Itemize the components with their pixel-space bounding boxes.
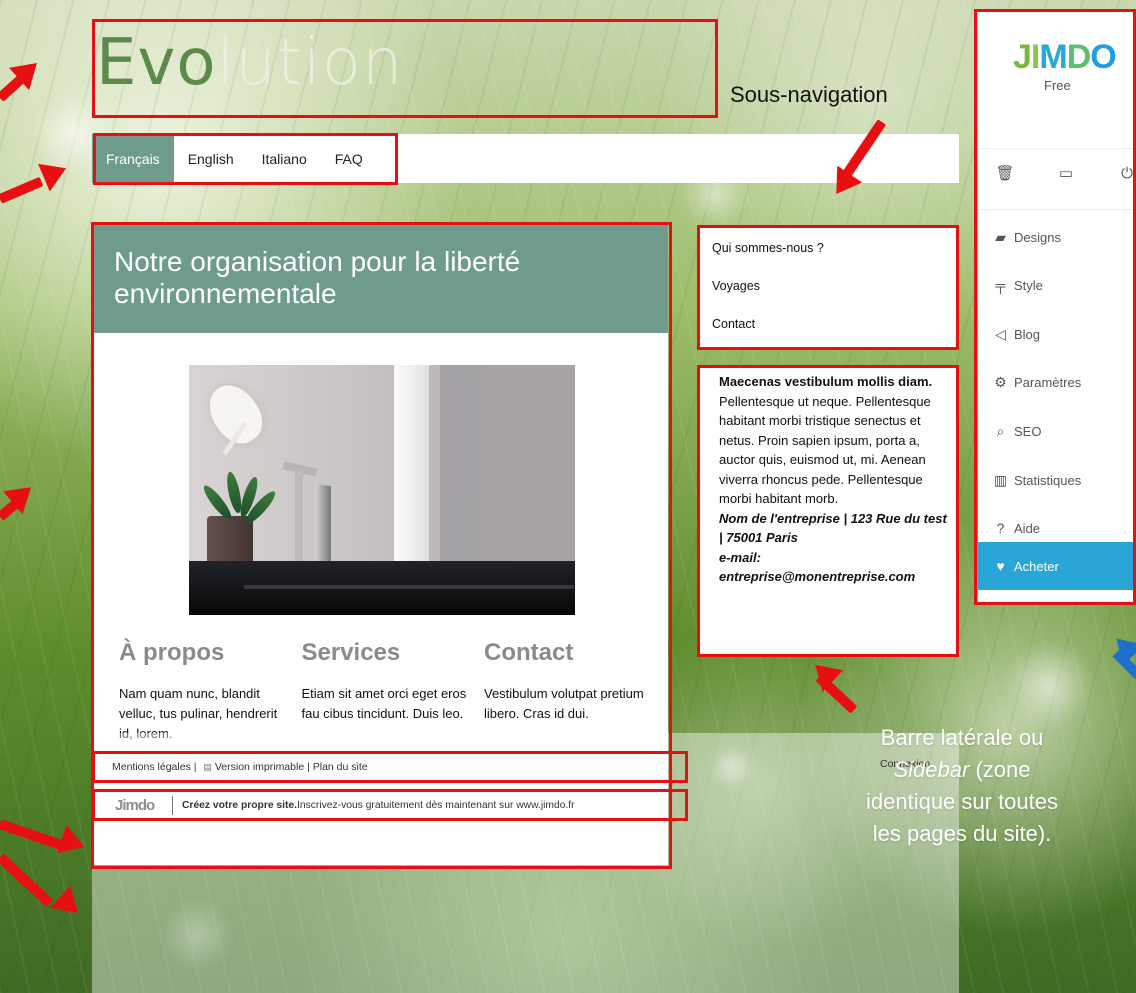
annotation-arrow-footer-head: [49, 885, 89, 925]
logo-highlight-box: [92, 19, 718, 118]
footer-links-highlight-box: [92, 751, 688, 783]
subnav-highlight-box: [697, 225, 959, 350]
sidebar-annotation-line: identique sur toutes: [865, 789, 1059, 814]
sidebar-annotation-line: Barre latérale ou: [880, 725, 1044, 750]
sidebar-highlight-box: [697, 365, 959, 657]
sidebar-annotation-line: (zone: [969, 757, 1031, 782]
light-bokeh-circle: [1003, 640, 1095, 732]
sidebar-annotation-line: les pages du site).: [872, 821, 1052, 846]
sidebar-annotation-label: Barre latérale ou Sidebar (zone identiqu…: [812, 722, 1112, 850]
navigation-highlight-box: [93, 133, 398, 185]
annotation-arrow-ad-head: [56, 824, 90, 862]
admin-panel-highlight-box: [974, 9, 1136, 605]
annotation-arrow-admin-head: [1105, 627, 1136, 667]
sidebar-annotation-italic: Sidebar: [893, 757, 970, 782]
footer-ad-highlight-box: [92, 789, 688, 821]
annotation-arrow-ad: [0, 819, 66, 851]
subnav-annotation-label: Sous-navigation: [730, 82, 888, 107]
annotation-arrow-footer: [0, 853, 54, 908]
annotation-arrow-sidebar-head: [804, 653, 844, 693]
annotation-arrow-navigation: [0, 176, 44, 204]
